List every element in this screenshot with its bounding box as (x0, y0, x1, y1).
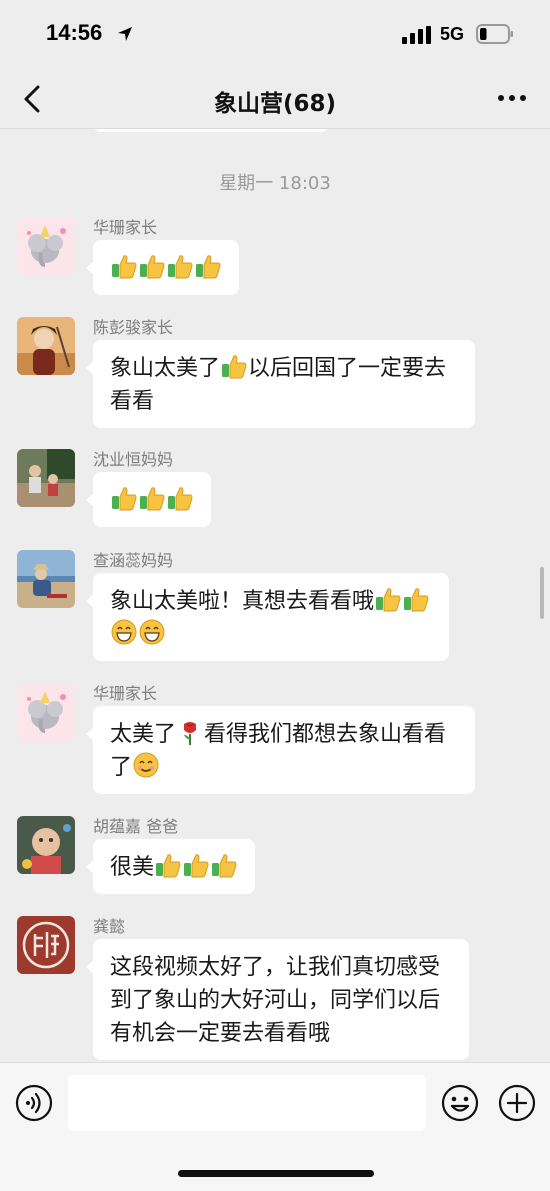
avatar[interactable] (17, 550, 75, 608)
avatar[interactable] (17, 449, 75, 507)
thumb-emoji-icon (138, 252, 166, 280)
sender-name: 龚懿 (93, 917, 126, 936)
sender-name: 华珊家长 (93, 218, 158, 237)
status-time: 14:56 (46, 20, 103, 45)
thumb-emoji-icon (166, 252, 194, 280)
thumb-emoji-icon (182, 851, 210, 879)
chat-title: 象山营(68) (213, 91, 337, 117)
network-type: 5G (440, 24, 465, 44)
message-text: 象山太美了 (110, 356, 221, 381)
sender-name: 查涵蕊妈妈 (93, 551, 174, 570)
thumb-emoji-icon (166, 484, 194, 512)
thumb-emoji-icon (110, 484, 138, 512)
location-arrow-icon (118, 27, 132, 41)
previous-message-bubble (93, 129, 329, 132)
thumb-emoji-icon (220, 352, 248, 380)
family-photo-avatar-image (17, 449, 75, 507)
avatar[interactable] (17, 317, 75, 375)
sender-name: 胡蕴嘉 爸爸 (93, 817, 179, 836)
battery-icon (476, 24, 513, 44)
message-list[interactable]: 星期一 18:03 华珊家长 陈彭骏家长 象山太美了 以后回国了一定要去看看 沈… (0, 129, 550, 1062)
grin-emoji-icon (138, 618, 166, 646)
message-bubble[interactable]: 太美了 看得我们都想去象山看看了 (86, 706, 475, 794)
message-bubble[interactable]: 象山太美啦！真想去看看哦 (86, 573, 449, 661)
grin-emoji-icon (110, 618, 138, 646)
message-text: 太美了 (110, 722, 177, 747)
thumb-emoji-icon (210, 851, 238, 879)
beach-photo-avatar-image (17, 550, 75, 608)
message-text: 这段视频太好了，让我们真切感受到了象山的大好河山，同学们以后有机会一定要去看看哦 (110, 955, 441, 1046)
thumb-emoji-icon (110, 252, 138, 280)
message-bubble[interactable]: 象山太美了 以后回国了一定要去看看 (86, 340, 475, 428)
more-dots-icon[interactable] (496, 86, 528, 110)
time-divider: 星期一 18:03 (219, 173, 331, 194)
message-bubble[interactable] (86, 472, 211, 527)
home-indicator (178, 1170, 374, 1177)
message-bubble[interactable]: 这段视频太好了，让我们真切感受到了象山的大好河山，同学们以后有机会一定要去看看哦 (86, 939, 469, 1060)
smile-emoji-icon (132, 751, 160, 779)
avatar[interactable] (17, 217, 75, 275)
elephant-avatar-image (17, 217, 75, 275)
status-bar: 14:56 5G (0, 0, 550, 70)
plus-icon[interactable] (498, 1084, 536, 1122)
warrior-avatar-image (17, 317, 75, 375)
sender-name: 华珊家长 (93, 684, 158, 703)
sender-name: 陈彭骏家长 (93, 318, 174, 337)
message-bubble[interactable]: 很美 (85, 839, 256, 894)
sender-name: 沈业恒妈妈 (93, 450, 174, 469)
baby-photo-avatar-image (17, 816, 75, 874)
rose-emoji-icon (176, 718, 204, 746)
thumb-emoji-icon (374, 585, 402, 613)
signal-icon (402, 26, 431, 44)
message-bubble[interactable] (86, 240, 239, 295)
avatar[interactable] (17, 816, 75, 874)
voice-icon[interactable] (15, 1084, 53, 1122)
thumb-emoji-icon (194, 252, 222, 280)
elephant-avatar-image (17, 683, 75, 741)
message-text: 很美 (110, 855, 155, 880)
nav-bar: 象山营(68) (0, 70, 550, 129)
thumb-emoji-icon (402, 585, 430, 613)
avatar[interactable] (17, 916, 75, 974)
emoji-icon[interactable] (441, 1084, 479, 1122)
avatar[interactable] (17, 683, 75, 741)
thumb-emoji-icon (154, 851, 182, 879)
message-text: 象山太美啦！真想去看看哦 (110, 589, 375, 614)
seal-avatar-image (17, 916, 75, 974)
thumb-emoji-icon (138, 484, 166, 512)
message-input[interactable] (68, 1075, 426, 1131)
scrollbar[interactable] (540, 567, 544, 619)
